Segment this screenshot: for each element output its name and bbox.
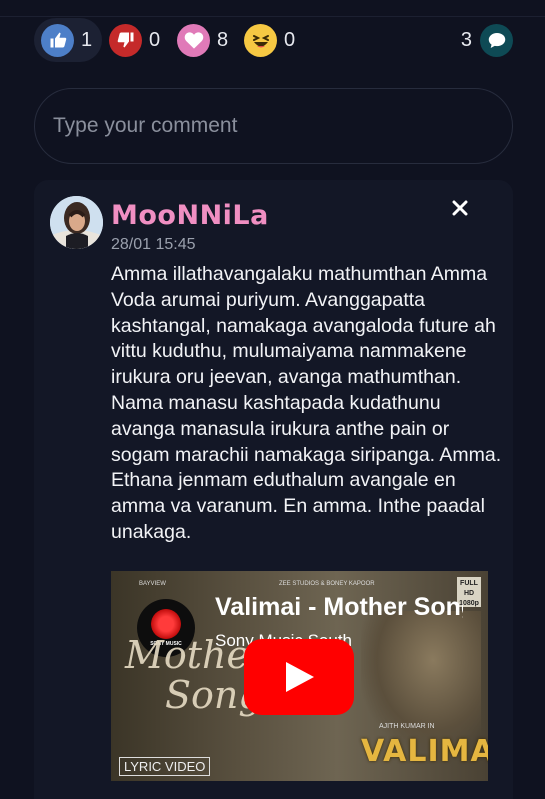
reaction-bar: 1 0 8 0 3 (34, 18, 513, 62)
love-count: 8 (217, 28, 229, 51)
comment-input[interactable] (53, 114, 512, 138)
love-button[interactable]: 8 (177, 18, 228, 62)
comments-button[interactable]: 3 (461, 18, 513, 62)
credits-label: ZEE STUDIOS & BONEY KAPOOR (279, 581, 375, 587)
top-divider (0, 16, 545, 17)
actor-credit: AJITH KUMAR IN (379, 723, 435, 730)
username[interactable]: MooNNiLa (111, 200, 269, 231)
comment-count: 3 (460, 28, 472, 51)
video-title[interactable]: Valimai - Mother Song (215, 593, 463, 622)
heart-icon (177, 23, 210, 57)
valimai-logo: VALIMAI (361, 734, 488, 769)
bayview-label: BAYVIEW (139, 581, 166, 587)
dislike-button[interactable]: 0 (109, 18, 160, 62)
thumbs-down-icon (109, 23, 142, 57)
avatar[interactable] (50, 196, 103, 249)
dislike-count: 0 (149, 28, 161, 51)
chat-bubble-icon (480, 23, 513, 57)
comment-input-box[interactable] (34, 88, 513, 164)
comment-body: Amma illathavangalaku mathumthan Amma Vo… (111, 263, 502, 543)
video-thumbnail-figure (361, 611, 481, 751)
close-icon[interactable] (452, 200, 474, 222)
lyric-video-badge: LYRIC VIDEO (119, 757, 211, 776)
thumbs-up-icon (41, 23, 74, 57)
comment-card: MooNNiLa 28/01 15:45 Amma illathavangala… (34, 180, 513, 799)
timestamp: 28/01 15:45 (111, 236, 196, 253)
video-embed[interactable]: BAYVIEW ZEE STUDIOS & BONEY KAPOOR FULL … (111, 571, 488, 781)
play-button[interactable] (244, 639, 354, 715)
play-icon (286, 662, 314, 692)
like-count: 1 (81, 28, 93, 51)
laughing-face-icon (244, 23, 277, 57)
like-button[interactable]: 1 (34, 18, 102, 62)
laugh-button[interactable]: 0 (244, 18, 295, 62)
laugh-count: 0 (284, 28, 296, 51)
